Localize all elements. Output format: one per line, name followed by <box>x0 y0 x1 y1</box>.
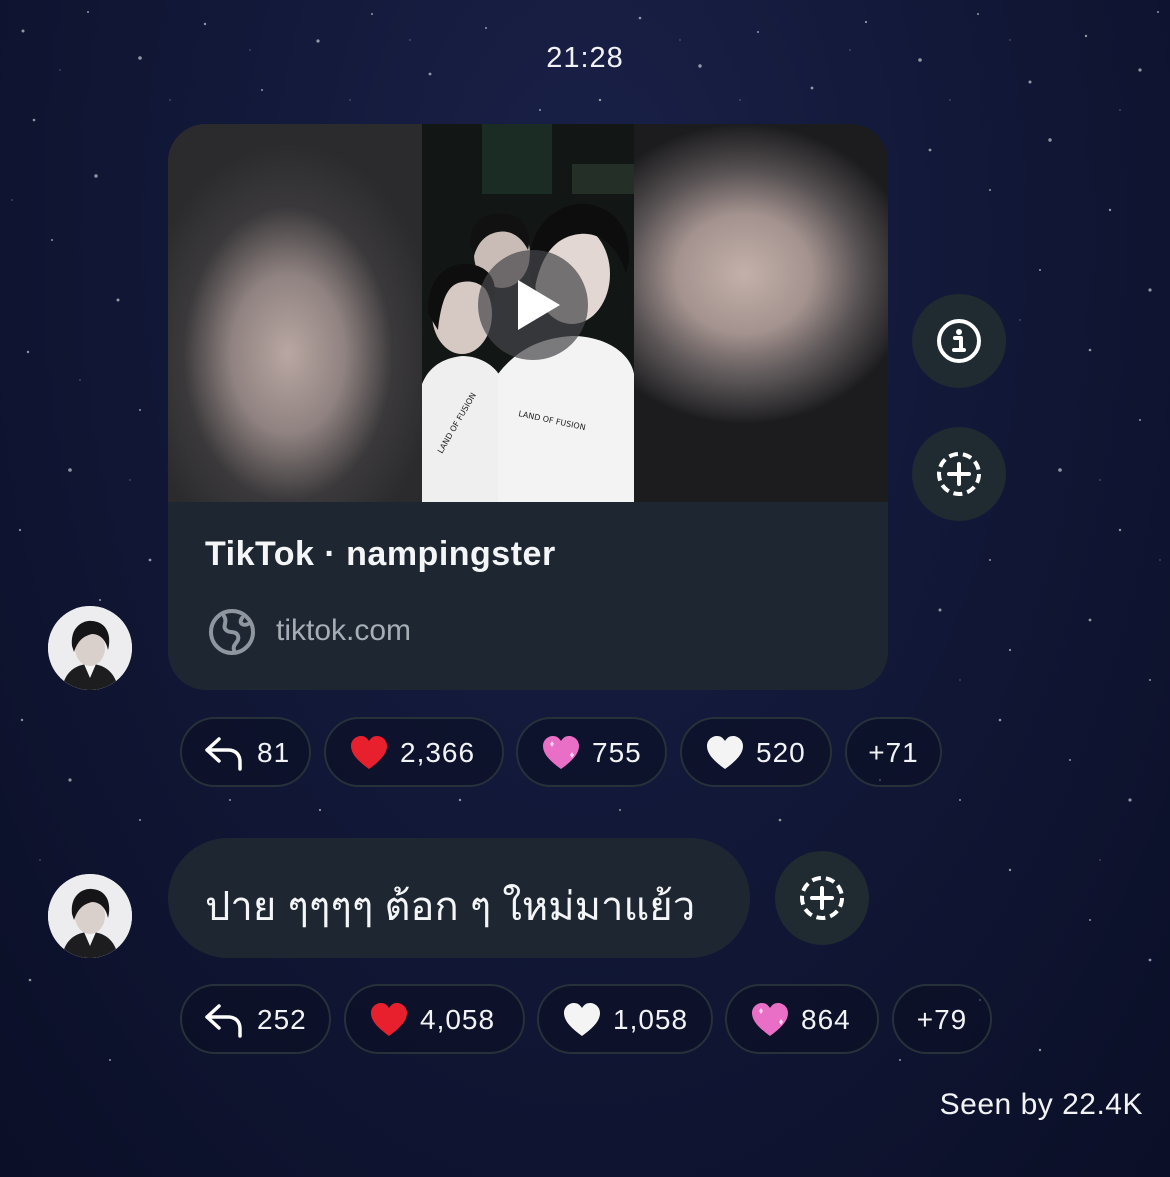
link-title: TikTok · nampingster <box>205 535 556 573</box>
avatar-portrait-icon <box>48 874 132 958</box>
info-button[interactable] <box>912 294 1006 388</box>
add-reaction-icon <box>800 876 844 920</box>
text-message-bubble[interactable]: ปาย ๆๆๆๆ ต้อก ๆ ใหม่มาแย้ว <box>168 838 750 958</box>
link-domain: tiktok.com <box>276 614 412 647</box>
white-heart-icon <box>707 736 743 769</box>
reply-arrow-icon <box>205 1004 242 1038</box>
more-reactions-count: +79 <box>916 1004 968 1035</box>
reaction-count: 755 <box>592 737 642 768</box>
video-frame: LAND OF FUSION LAND OF FUSION <box>422 124 634 502</box>
pink-heart-reaction-pill[interactable]: 755 <box>516 717 667 787</box>
add-reaction-button[interactable] <box>912 427 1006 521</box>
white-heart-reaction-pill[interactable]: 1,058 <box>537 984 713 1054</box>
reaction-count: 864 <box>801 1004 851 1035</box>
info-icon <box>937 319 981 363</box>
reaction-count: 4,058 <box>420 1004 496 1035</box>
white-heart-reaction-pill[interactable]: 520 <box>680 717 832 787</box>
message-timestamp: 21:28 <box>546 42 624 74</box>
reaction-count: 252 <box>257 1004 307 1035</box>
blurred-backdrop-left <box>168 124 422 502</box>
avatar-portrait-icon <box>48 606 132 690</box>
reaction-count: 520 <box>756 737 806 768</box>
reaction-count: 81 <box>257 737 291 768</box>
white-heart-icon <box>564 1003 600 1036</box>
pink-heart-icon <box>752 1003 788 1036</box>
more-reactions-pill[interactable]: +71 <box>845 717 942 787</box>
globe-icon <box>209 609 255 655</box>
reply-reaction-pill[interactable]: 252 <box>180 984 331 1054</box>
add-reaction-icon <box>937 452 981 496</box>
red-heart-icon <box>351 736 387 769</box>
red-heart-reaction-pill[interactable]: 2,366 <box>324 717 504 787</box>
pink-heart-icon <box>543 736 579 769</box>
message-reactions-row: 252 4,058 1,058 864 +79 <box>180 984 992 1056</box>
play-button[interactable] <box>478 250 588 360</box>
reaction-count: 1,058 <box>613 1004 689 1035</box>
reply-reaction-pill[interactable]: 81 <box>180 717 311 787</box>
reaction-count: 2,366 <box>400 737 476 768</box>
red-heart-icon <box>371 1003 407 1036</box>
pink-heart-reaction-pill[interactable]: 864 <box>725 984 879 1054</box>
link-preview-card[interactable]: LAND OF FUSION LAND OF FUSION TikTok · n… <box>168 124 888 690</box>
seen-by-count[interactable]: Seen by 22.4K <box>940 1088 1143 1122</box>
reply-arrow-icon <box>205 737 242 771</box>
video-thumbnail[interactable]: LAND OF FUSION LAND OF FUSION <box>168 124 888 502</box>
more-reactions-count: +71 <box>868 737 919 768</box>
add-reaction-button[interactable] <box>775 851 869 945</box>
red-heart-reaction-pill[interactable]: 4,058 <box>344 984 525 1054</box>
post-reactions-row: 81 2,366 755 520 +71 <box>180 717 942 789</box>
sender-avatar[interactable] <box>48 606 132 690</box>
message-text: ปาย ๆๆๆๆ ต้อก ๆ ใหม่มาแย้ว <box>205 885 696 929</box>
more-reactions-pill[interactable]: +79 <box>892 984 992 1054</box>
blurred-backdrop-right <box>634 124 888 502</box>
sender-avatar[interactable] <box>48 874 132 958</box>
